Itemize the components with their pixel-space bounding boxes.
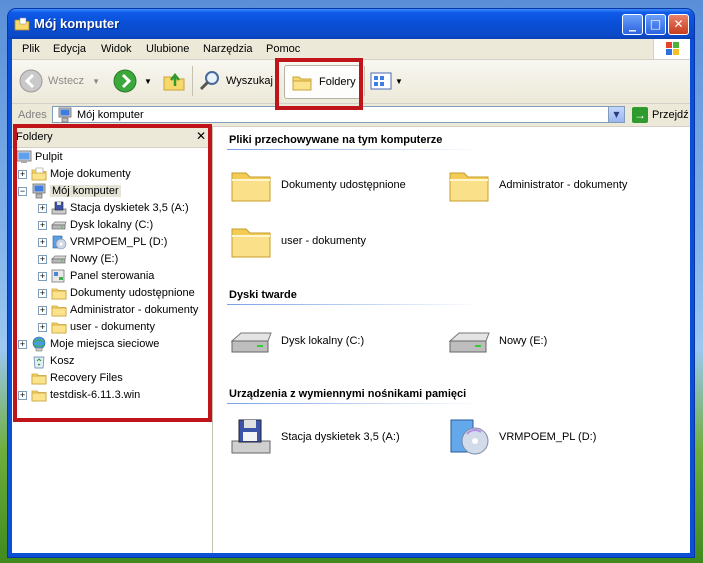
search-label: Wyszukaj [226, 75, 273, 87]
forward-button[interactable]: ▼ [112, 64, 152, 98]
maximize-button[interactable]: □ [645, 14, 666, 35]
up-folder-button[interactable] [162, 64, 186, 98]
item-administrator-dokumenty[interactable]: Administrator - dokumenty [447, 165, 627, 205]
section-divider [227, 403, 481, 404]
back-button[interactable]: Wstecz ▼ [18, 64, 100, 98]
windows-logo-icon [653, 39, 690, 59]
go-label: Przejdź [652, 109, 689, 121]
folder-icon [229, 165, 273, 205]
forward-dropdown-icon[interactable]: ▼ [144, 77, 152, 86]
my-computer-title-icon [14, 17, 30, 31]
views-button[interactable]: ▼ [370, 64, 403, 98]
item-label: Nowy (E:) [499, 335, 548, 347]
toolbar-separator [364, 66, 365, 96]
menu-plik[interactable]: Plik [22, 43, 40, 55]
search-button[interactable]: Wyszukaj [198, 64, 273, 98]
folder-icon [229, 221, 273, 261]
item-label: Administrator - dokumenty [499, 179, 628, 191]
item-label: Stacja dyskietek 3,5 (A:) [281, 431, 400, 443]
folder-icon [447, 165, 491, 205]
menu-pomoc[interactable]: Pomoc [266, 43, 300, 55]
back-label: Wstecz [48, 75, 85, 87]
section-title-files: Pliki przechowywane na tym komputerze [229, 134, 443, 146]
minimize-button[interactable]: _ [622, 14, 643, 35]
item-label: user - dokumenty [281, 235, 366, 247]
item-stacja-dyskietek[interactable]: Stacja dyskietek 3,5 (A:) [229, 417, 400, 457]
title-bar[interactable]: Mój komputer _ □ ✕ [8, 9, 694, 39]
address-value: Mój komputer [77, 109, 144, 121]
views-dropdown-icon[interactable]: ▼ [395, 77, 403, 86]
go-button[interactable]: → Przejdź [632, 107, 689, 123]
forward-arrow-icon [113, 69, 137, 93]
floppy-drive-icon [229, 417, 273, 457]
cd-drive-icon [447, 417, 491, 457]
search-icon [199, 71, 219, 91]
item-label: VRMPOEM_PL (D:) [499, 431, 597, 443]
hard-drive-icon [229, 321, 273, 361]
item-dysk-lokalny[interactable]: Dysk lokalny (C:) [229, 321, 364, 361]
section-divider [227, 149, 481, 150]
menu-edycja[interactable]: Edycja [53, 43, 86, 55]
folders-button-highlight [275, 58, 363, 110]
up-folder-icon [163, 72, 185, 91]
menu-narzedzia[interactable]: Narzędzia [203, 43, 253, 55]
computer-icon [57, 107, 73, 123]
section-title-removable: Urządzenia z wymiennymi nośnikami pamięc… [229, 388, 467, 400]
section-divider [227, 304, 481, 305]
back-dropdown-icon[interactable]: ▼ [92, 77, 100, 86]
menu-bar: Plik Edycja Widok Ulubione Narzędzia Pom… [12, 39, 690, 60]
toolbar-separator [192, 66, 193, 96]
address-dropdown-icon[interactable]: ▼ [608, 107, 624, 122]
close-button[interactable]: ✕ [668, 14, 689, 35]
menu-widok[interactable]: Widok [101, 43, 132, 55]
window-title: Mój komputer [34, 16, 120, 31]
item-vrmpoem[interactable]: VRMPOEM_PL (D:) [447, 417, 596, 457]
item-user-dokumenty[interactable]: user - dokumenty [229, 221, 366, 261]
item-dokumenty-udostepnione[interactable]: Dokumenty udostępnione [229, 165, 406, 205]
item-label: Dokumenty udostępnione [281, 179, 406, 191]
item-nowy[interactable]: Nowy (E:) [447, 321, 547, 361]
hard-drive-icon [447, 321, 491, 361]
item-label: Dysk lokalny (C:) [281, 335, 365, 347]
go-arrow-icon: → [632, 107, 648, 123]
folders-tree-highlight [13, 124, 212, 422]
back-arrow-icon [19, 69, 43, 93]
section-title-hard-disks: Dyski twarde [229, 289, 297, 301]
address-label: Adres [18, 109, 47, 121]
content-pane: Pliki przechowywane na tym komputerze Do… [213, 127, 690, 553]
views-icon [370, 72, 392, 90]
menu-ulubione[interactable]: Ulubione [146, 43, 189, 55]
